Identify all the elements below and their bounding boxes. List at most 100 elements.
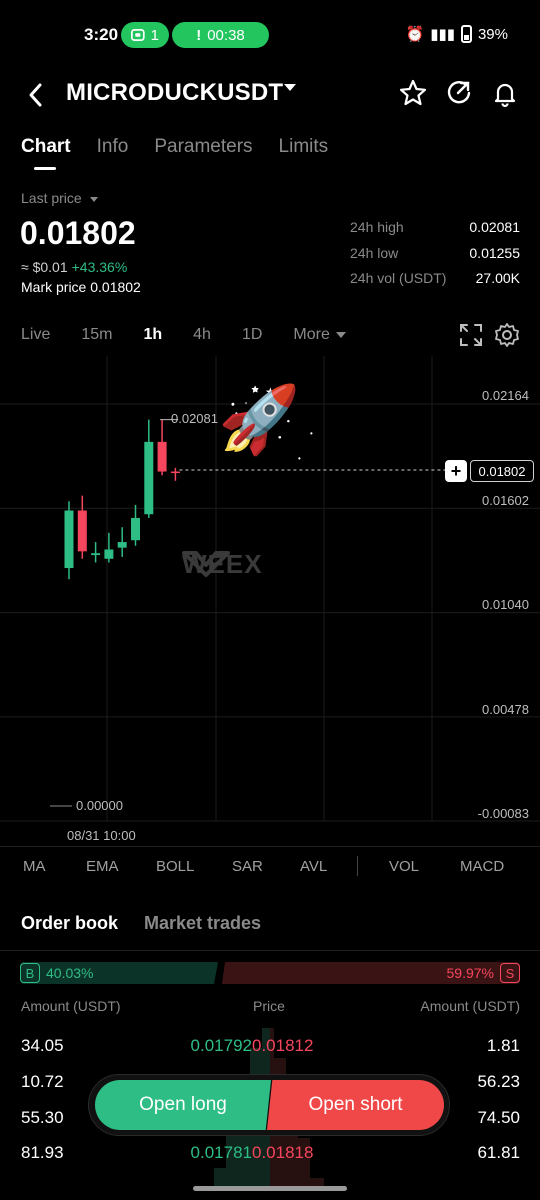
orderbook-tabs: Order book Market trades <box>21 913 261 934</box>
tab-parameters[interactable]: Parameters <box>154 136 252 158</box>
stat-label: 24h vol (USDT) <box>350 270 447 286</box>
candle-body <box>77 510 87 552</box>
status-right: ⏰ ▮▮▮ 39% <box>406 25 508 43</box>
tab-info[interactable]: Info <box>97 136 129 158</box>
indicator-boll[interactable]: BOLL <box>156 858 194 875</box>
pair-title[interactable]: MICRODUCKUSDT <box>66 79 283 107</box>
stat-value: 0.01255 <box>469 244 520 261</box>
interval-more[interactable]: More <box>293 326 346 344</box>
indicator-vol[interactable]: VOL <box>389 858 419 875</box>
candle-body <box>170 471 180 474</box>
candle-body <box>131 517 140 541</box>
indicator-ema[interactable]: EMA <box>86 858 119 875</box>
stat-value: 0.02081 <box>469 219 520 235</box>
y-label: 0.02164 <box>482 388 529 403</box>
chart-low-label: 0.00000 <box>76 798 123 813</box>
tab-chart[interactable]: Chart <box>21 136 71 170</box>
tab-market-trades[interactable]: Market trades <box>144 913 261 934</box>
indicator-avl[interactable]: AVL <box>300 858 327 875</box>
interval-1h[interactable]: 1h <box>143 326 162 344</box>
battery-level: 39% <box>477 25 508 43</box>
stat-label: 24h high <box>350 219 404 235</box>
table-row[interactable]: 34.05 0.01792 0.01812 1.81 <box>21 1036 520 1058</box>
header-price: Price <box>253 998 285 1014</box>
price-chart[interactable]: ★ • • • WEEX 0.02081 0.00000 08/31 10:00 0.… <box>0 356 540 846</box>
indicator-ma[interactable]: MA <box>23 858 46 875</box>
call-pill[interactable]: ! 00:38 <box>172 22 269 48</box>
bell-icon[interactable] <box>490 78 520 108</box>
y-label: 0.01040 <box>482 597 529 612</box>
signal-icon: ▮▮▮ <box>430 26 455 43</box>
indicator-divider <box>357 856 358 876</box>
header-amount-sell: Amount (USDT) <box>420 998 520 1014</box>
star-icon[interactable] <box>398 78 428 108</box>
share-icon[interactable] <box>444 78 474 108</box>
call-timer: 00:38 <box>207 26 245 44</box>
y-label: 0.00478 <box>482 702 529 717</box>
chart-date-label: 08/31 10:00 <box>67 828 136 843</box>
candle-body <box>104 549 114 559</box>
open-long-button[interactable]: Open long <box>95 1080 271 1130</box>
interval-1d[interactable]: 1D <box>242 326 262 344</box>
more-caret-icon <box>335 331 346 338</box>
candle-body <box>117 542 127 548</box>
current-price-tag: 0.01802 <box>470 460 534 482</box>
sell-amount: 56.23 <box>477 1072 520 1091</box>
stats-panel: 24h high 0.02081 24h low 0.01255 24h vol (… <box>350 219 520 296</box>
last-price-label[interactable]: Last price <box>21 190 98 206</box>
tab-order-book[interactable]: Order book <box>21 913 118 934</box>
status-time: 3:20 <box>84 25 119 44</box>
interval-live[interactable]: Live <box>21 326 50 344</box>
sell-badge: S <box>500 963 520 983</box>
header-amount: Amount (USDT) <box>21 998 121 1014</box>
back-arrow-icon[interactable] <box>26 80 46 110</box>
rocket-emoji: 🚀 <box>218 382 301 456</box>
buy-percent: 40.03% <box>46 965 94 981</box>
sell-percent: 59.97% <box>446 965 494 981</box>
tab-limits[interactable]: Limits <box>279 136 329 158</box>
settings-gear-icon[interactable] <box>494 322 520 348</box>
interval-more-label: More <box>293 326 330 343</box>
interval-15m[interactable]: 15m <box>81 326 112 344</box>
home-indicator[interactable] <box>193 1186 347 1191</box>
sell-price: 0.01818 <box>252 1143 314 1162</box>
sell-amount: 61.81 <box>477 1143 520 1162</box>
sell-amount: 74.50 <box>477 1108 520 1127</box>
status-bar: 3:20 1 ! 00:38 ⏰ ▮▮▮ 39% <box>0 0 540 70</box>
sell-price: 0.01812 <box>252 1036 314 1055</box>
interval-4h[interactable]: 4h <box>193 326 211 344</box>
open-short-button[interactable]: Open short <box>267 1080 444 1130</box>
hotspot-pill[interactable]: 1 <box>121 22 169 48</box>
buy-price: 0.01792 <box>190 1036 252 1055</box>
indicator-macd[interactable]: MACD <box>460 858 504 875</box>
stat-24h-low: 24h low 0.01255 <box>350 245 520 271</box>
sell-amount: 1.81 <box>486 1036 520 1055</box>
hotspot-icon <box>131 29 145 41</box>
buy-price: 0.01781 <box>190 1143 252 1162</box>
stat-label: 24h low <box>350 244 399 261</box>
last-price-dropdown-icon <box>89 196 98 202</box>
y-label: 0.01602 <box>482 493 529 508</box>
table-row[interactable]: 81.93 0.01781 0.01818 61.81 <box>21 1143 520 1165</box>
watermark: WEEX <box>182 549 263 580</box>
candle-body <box>157 441 167 472</box>
header: MICRODUCKUSDT <box>0 70 540 116</box>
buy-amount: 10.72 <box>21 1072 64 1091</box>
weex-logo-icon <box>182 551 230 577</box>
indicator-sar[interactable]: SAR <box>232 858 263 875</box>
notif-count: 1 <box>150 26 159 44</box>
trade-action-bar: Open long Open short <box>88 1074 450 1136</box>
buy-amount: 34.05 <box>21 1036 64 1055</box>
fullscreen-icon[interactable] <box>458 322 484 348</box>
buy-amount: 55.30 <box>21 1108 64 1127</box>
buy-badge: B <box>20 963 40 983</box>
battery-icon <box>460 25 472 43</box>
last-price-label-text: Last price <box>21 190 82 206</box>
alarm-icon: ⏰ <box>405 26 425 43</box>
sparkle-icon: • <box>310 429 313 438</box>
stat-24h-vol: 24h vol (USDT) 27.00K <box>350 270 520 296</box>
candle-body <box>144 441 154 515</box>
buy-sell-ratio-bar: B 40.03% 59.97% S <box>20 962 520 984</box>
add-alert-plus-button[interactable]: + <box>445 460 467 482</box>
pair-dropdown-icon[interactable] <box>284 84 296 91</box>
